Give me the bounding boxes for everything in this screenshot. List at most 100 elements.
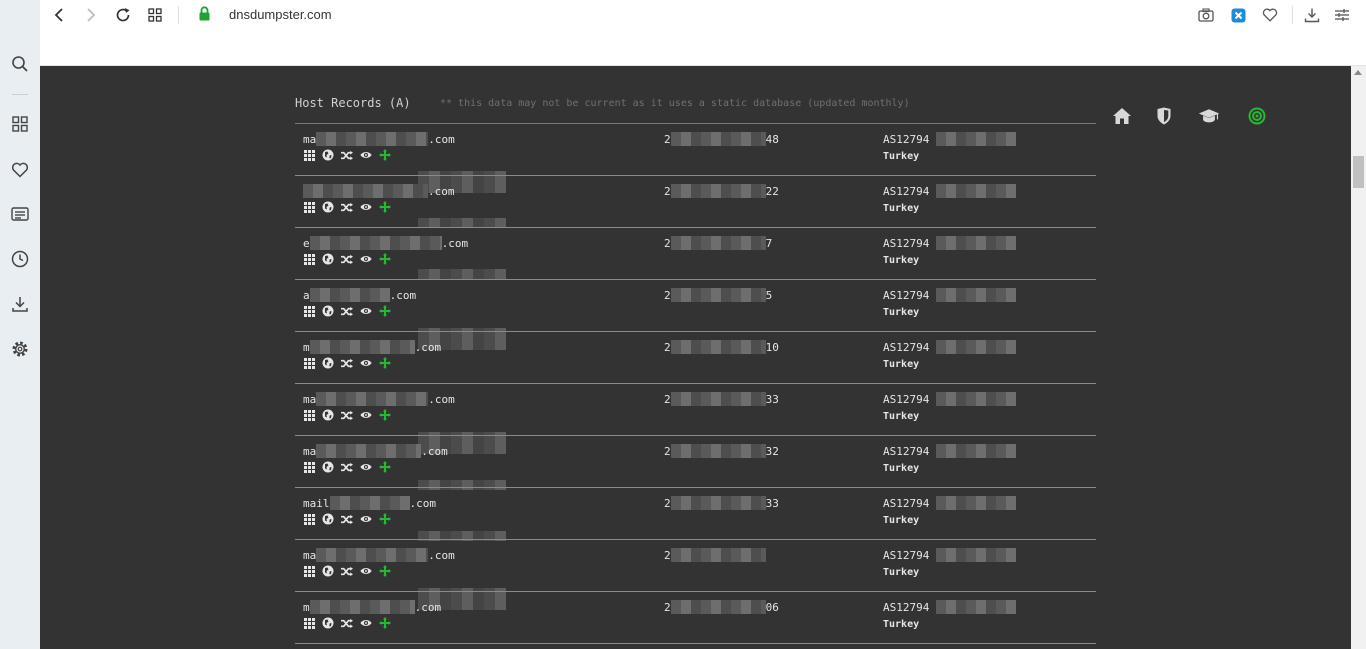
shield-icon[interactable] (1153, 106, 1175, 126)
eye-icon[interactable] (360, 461, 372, 473)
grid-icon[interactable] (303, 461, 315, 473)
download-icon[interactable] (9, 293, 31, 315)
reload-button[interactable] (112, 4, 134, 26)
grid-icon[interactable] (303, 357, 315, 369)
asn[interactable]: AS12794 (883, 340, 1016, 354)
ip-address[interactable]: 27 (664, 236, 772, 250)
tabs-button[interactable] (144, 4, 166, 26)
asn[interactable]: AS12794 (883, 184, 1016, 198)
grid-icon[interactable] (303, 201, 315, 213)
ip-address[interactable]: 2 10 (664, 340, 779, 354)
host-name[interactable]: m .com (303, 600, 441, 614)
asn[interactable]: AS12794 (883, 444, 1016, 458)
grid-icon[interactable] (303, 513, 315, 525)
host-name[interactable]: mail .com (303, 496, 436, 510)
eye-icon[interactable] (360, 409, 372, 421)
globe-icon[interactable] (322, 201, 334, 213)
page-scrollbar[interactable] (1351, 66, 1366, 649)
ip-address[interactable]: 2 48 (664, 132, 779, 146)
globe-icon[interactable] (322, 253, 334, 265)
asn[interactable]: AS12794 (883, 548, 1016, 562)
shuffle-icon[interactable] (341, 201, 353, 213)
asn[interactable]: AS12794 (883, 288, 1016, 302)
globe-icon[interactable] (322, 357, 334, 369)
ip-address[interactable]: 2 32 (664, 444, 779, 458)
target-icon[interactable] (1246, 106, 1268, 126)
globe-icon[interactable] (322, 565, 334, 577)
crosshair-icon[interactable] (379, 565, 391, 577)
shuffle-icon[interactable] (341, 513, 353, 525)
host-name[interactable]: ma .com (303, 132, 455, 146)
crosshair-icon[interactable] (379, 461, 391, 473)
crosshair-icon[interactable] (379, 617, 391, 629)
crosshair-icon[interactable] (379, 357, 391, 369)
eye-icon[interactable] (360, 253, 372, 265)
ip-address[interactable]: 2 22 (664, 184, 779, 198)
shuffle-icon[interactable] (341, 253, 353, 265)
eye-icon[interactable] (360, 513, 372, 525)
shuffle-icon[interactable] (341, 617, 353, 629)
search-icon[interactable] (9, 53, 31, 75)
history-icon[interactable] (9, 248, 31, 270)
host-name[interactable]: e .com (303, 236, 468, 250)
host-name[interactable]: a .com (303, 288, 416, 302)
asn[interactable]: AS12794 (883, 392, 1016, 406)
crosshair-icon[interactable] (379, 409, 391, 421)
crosshair-icon[interactable] (379, 305, 391, 317)
ip-address[interactable]: 25 (664, 288, 772, 302)
eye-icon[interactable] (360, 201, 372, 213)
shuffle-icon[interactable] (341, 357, 353, 369)
asn[interactable]: AS12794 (883, 236, 1016, 250)
snapshot-button[interactable] (1196, 5, 1216, 25)
eye-icon[interactable] (360, 305, 372, 317)
extension-button[interactable] (1228, 5, 1248, 25)
eye-icon[interactable] (360, 617, 372, 629)
home-icon[interactable] (1111, 106, 1133, 126)
shuffle-icon[interactable] (341, 409, 353, 421)
globe-icon[interactable] (322, 461, 334, 473)
crosshair-icon[interactable] (379, 513, 391, 525)
downloads-button[interactable] (1302, 5, 1322, 25)
speed-dial-icon[interactable] (9, 113, 31, 135)
grid-icon[interactable] (303, 305, 315, 317)
lock-icon[interactable] (198, 6, 211, 26)
shuffle-icon[interactable] (341, 565, 353, 577)
grid-icon[interactable] (303, 409, 315, 421)
heart-icon[interactable] (9, 159, 31, 181)
shuffle-icon[interactable] (341, 461, 353, 473)
settings-menu-button[interactable] (1332, 5, 1352, 25)
scroll-thumb[interactable] (1353, 156, 1364, 188)
crosshair-icon[interactable] (379, 253, 391, 265)
eye-icon[interactable] (360, 357, 372, 369)
crosshair-icon[interactable] (379, 201, 391, 213)
globe-icon[interactable] (322, 305, 334, 317)
grid-icon[interactable] (303, 617, 315, 629)
ip-address[interactable]: 2 33 (664, 392, 779, 406)
ip-address[interactable]: 2 06 (664, 600, 779, 614)
asn[interactable]: AS12794 (883, 132, 1016, 146)
grid-icon[interactable] (303, 565, 315, 577)
grid-icon[interactable] (303, 253, 315, 265)
host-name[interactable]: .com (303, 184, 455, 198)
shuffle-icon[interactable] (341, 149, 353, 161)
grid-icon[interactable] (303, 149, 315, 161)
settings-icon[interactable] (9, 338, 31, 360)
graduation-cap-icon[interactable] (1198, 106, 1220, 126)
host-name[interactable]: m .com (303, 340, 441, 354)
ip-address[interactable]: 2 (664, 548, 766, 562)
host-name[interactable]: ma .com (303, 548, 455, 562)
globe-icon[interactable] (322, 513, 334, 525)
globe-icon[interactable] (322, 149, 334, 161)
news-icon[interactable] (9, 203, 31, 225)
host-name[interactable]: ma .com (303, 444, 448, 458)
asn[interactable]: AS12794 (883, 600, 1016, 614)
scroll-up-arrow[interactable] (1354, 70, 1362, 75)
ip-address[interactable]: 2 33 (664, 496, 779, 510)
globe-icon[interactable] (322, 409, 334, 421)
eye-icon[interactable] (360, 149, 372, 161)
address-bar[interactable]: dnsdumpster.com (229, 7, 332, 22)
bookmark-button[interactable] (1260, 5, 1280, 25)
eye-icon[interactable] (360, 565, 372, 577)
forward-button[interactable] (80, 4, 102, 26)
back-button[interactable] (48, 4, 70, 26)
